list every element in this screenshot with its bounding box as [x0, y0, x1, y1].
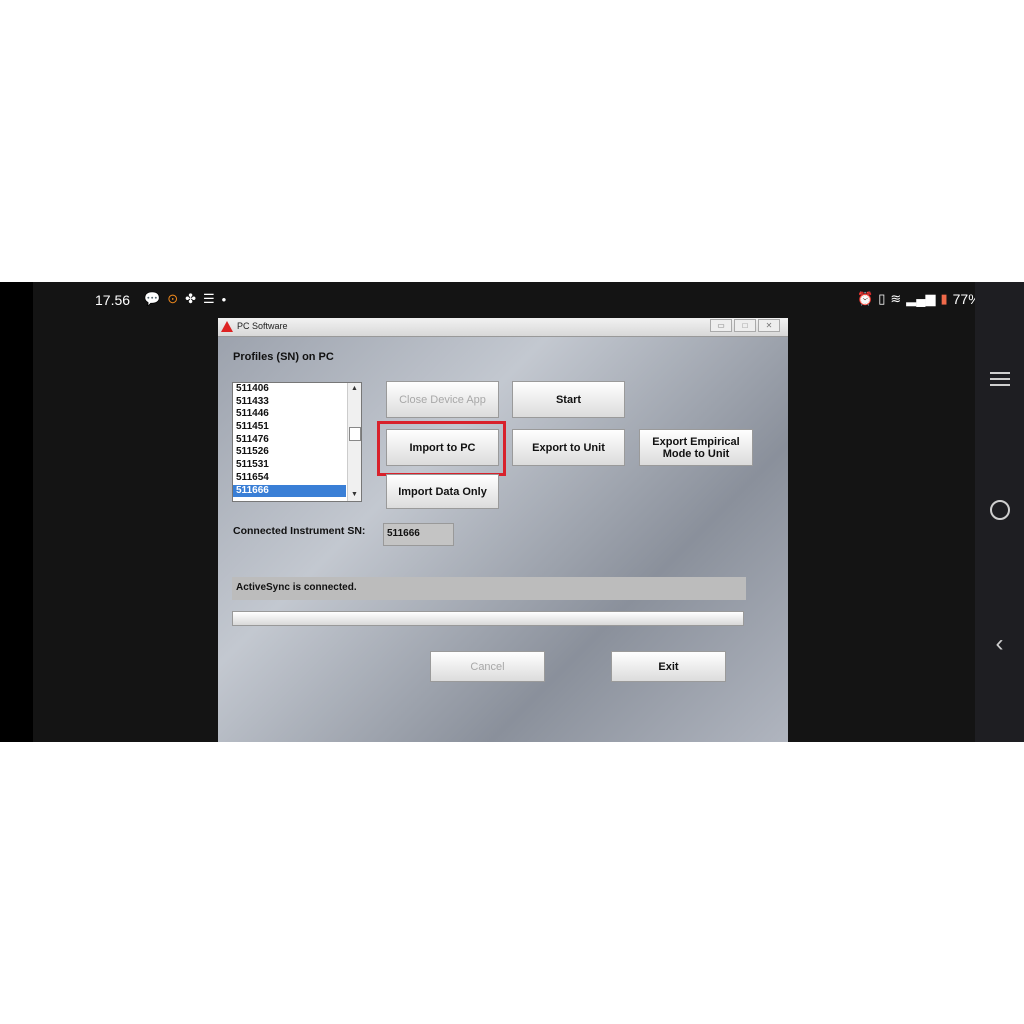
- record-icon: ⊙: [167, 291, 179, 306]
- list-item-selected[interactable]: 511666: [233, 484, 346, 498]
- profiles-label: Profiles (SN) on PC: [233, 351, 334, 363]
- list-item[interactable]: 511654: [233, 472, 346, 485]
- signal-icon: ▂▄▆: [906, 291, 936, 306]
- android-navbar: ‹: [975, 282, 1024, 742]
- dot-icon: •: [221, 291, 227, 307]
- list-item[interactable]: 511446: [233, 408, 346, 421]
- close-device-app-button[interactable]: Close Device App: [386, 381, 499, 418]
- recent-apps-icon[interactable]: [975, 368, 1024, 390]
- scroll-up-icon[interactable]: ▲: [348, 383, 361, 395]
- exit-button[interactable]: Exit: [611, 651, 726, 682]
- list-item[interactable]: 511406: [233, 383, 346, 396]
- export-empirical-label-2: Mode to Unit: [662, 447, 730, 460]
- connected-sn-label: Connected Instrument SN:: [233, 525, 366, 537]
- app-logo-icon: [221, 321, 233, 332]
- battery-icon: ▮: [940, 291, 948, 306]
- sim-icon: ☰: [203, 291, 215, 306]
- export-empirical-label-1: Export Empirical: [652, 435, 740, 448]
- notification-icons: 💬 ⊙ ✤ ☰ •: [144, 291, 226, 307]
- window-titlebar: PC Software ▭ □ ✕: [218, 318, 788, 337]
- alarm-icon: ⏰: [857, 291, 874, 306]
- system-icons: ⏰ ▯ ≋ ▂▄▆ ▮ 77%: [857, 291, 981, 307]
- import-data-only-button[interactable]: Import Data Only: [386, 474, 499, 509]
- chat-icon: 💬: [144, 291, 161, 306]
- list-item[interactable]: 511433: [233, 396, 346, 409]
- export-empirical-mode-button[interactable]: Export Empirical Mode to Unit: [639, 429, 753, 466]
- highlight-box: [377, 421, 506, 476]
- list-scrollbar[interactable]: ▲ ▼: [347, 383, 361, 501]
- list-item[interactable]: 511531: [233, 459, 346, 472]
- export-to-unit-button[interactable]: Export to Unit: [512, 429, 625, 466]
- window-title: PC Software: [237, 321, 288, 331]
- list-item[interactable]: 511451: [233, 421, 346, 434]
- progress-bar: [232, 611, 744, 626]
- close-icon[interactable]: ✕: [758, 319, 780, 332]
- pc-software-window: PC Software ▭ □ ✕ Profiles (SN) on PC 51…: [218, 318, 788, 742]
- profiles-listbox[interactable]: 511406 511433 511446 511451 511476 51152…: [232, 382, 362, 502]
- list-item[interactable]: 511476: [233, 434, 346, 447]
- list-item[interactable]: 511526: [233, 446, 346, 459]
- vibrate-icon: ▯: [878, 291, 886, 306]
- home-icon[interactable]: [975, 500, 1024, 520]
- status-time: 17.56: [95, 292, 131, 308]
- wifi-icon: ≋: [890, 291, 902, 306]
- cancel-button[interactable]: Cancel: [430, 651, 545, 682]
- window-controls: ▭ □ ✕: [710, 319, 780, 332]
- status-bar: ActiveSync is connected.: [232, 577, 746, 600]
- start-button[interactable]: Start: [512, 381, 625, 418]
- back-icon[interactable]: ‹: [975, 630, 1024, 658]
- scroll-down-icon[interactable]: ▼: [348, 489, 361, 501]
- scroll-thumb[interactable]: [349, 427, 361, 441]
- fan-icon: ✤: [185, 291, 196, 306]
- connected-sn-field: 511666: [383, 523, 454, 546]
- maximize-icon[interactable]: □: [734, 319, 756, 332]
- minimize-icon[interactable]: ▭: [710, 319, 732, 332]
